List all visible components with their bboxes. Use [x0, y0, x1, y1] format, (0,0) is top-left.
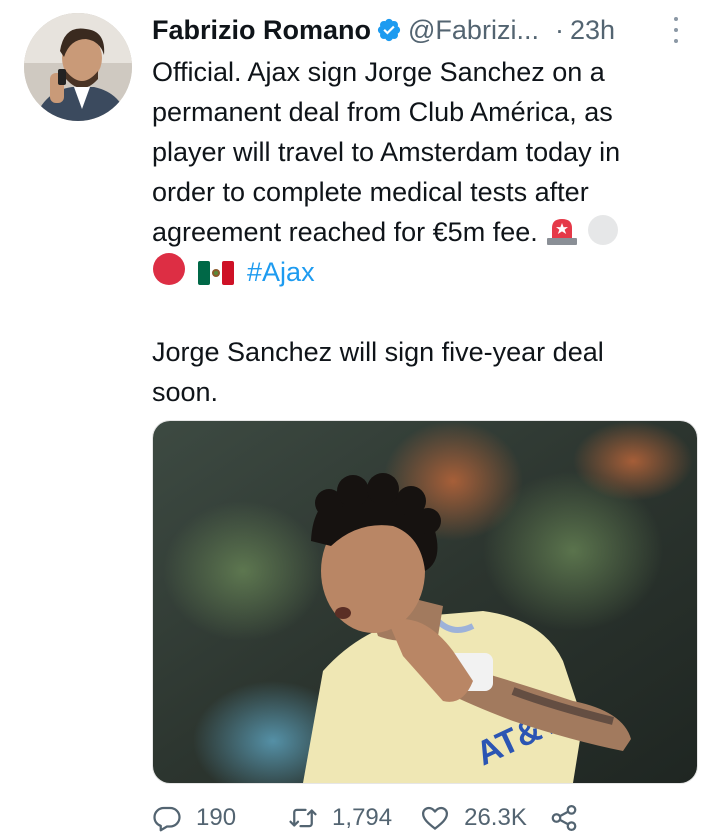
retweet-icon — [289, 808, 317, 828]
heart-icon — [422, 806, 449, 830]
football-player-photo: AT&T — [153, 421, 697, 783]
tweet-text-line: Official. Ajax sign Jorge Sanchez on a — [152, 57, 605, 87]
tweet-time[interactable]: 23h — [570, 15, 615, 46]
reply-icon — [153, 806, 181, 832]
tweet-text-line: permanent deal from Club América, as — [152, 97, 613, 127]
tweet-text: Official. Ajax sign Jorge Sanchez on a p… — [152, 52, 702, 412]
avatar-photo — [24, 13, 132, 121]
reply-button[interactable]: 190 — [152, 803, 236, 833]
red-circle-emoji-icon — [153, 253, 185, 285]
share-button[interactable] — [549, 803, 579, 833]
mexico-flag-emoji-icon — [197, 261, 234, 285]
author-name[interactable]: Fabrizio Romano — [152, 15, 371, 46]
tweet-text-segment: agreement reached for €5m fee. — [152, 217, 538, 247]
tweet-text-line: player will travel to Amsterdam today in — [152, 137, 621, 167]
more-options-icon[interactable] — [662, 17, 690, 43]
separator-dot: · — [554, 14, 564, 45]
avatar[interactable] — [24, 13, 132, 121]
tweet-text-line: Jorge Sanchez will sign five-year deal — [152, 337, 604, 367]
hashtag-link[interactable]: #Ajax — [247, 257, 315, 287]
retweet-button[interactable]: 1,794 — [288, 803, 392, 833]
author-handle[interactable]: @Fabrizi... — [408, 15, 539, 46]
share-icon — [551, 805, 577, 831]
siren-emoji-icon — [547, 219, 578, 245]
reply-count: 190 — [196, 804, 237, 831]
tweet-actions: 190 1,794 26.3K — [152, 800, 702, 836]
tweet-media-image[interactable]: AT&T — [152, 420, 698, 784]
like-button[interactable]: 26.3K — [420, 803, 527, 833]
tweet-text-line: soon. — [152, 377, 219, 407]
like-count: 26.3K — [464, 804, 527, 831]
white-circle-emoji-icon — [587, 215, 618, 245]
tweet-text-line: order to complete medical tests after — [152, 177, 589, 207]
retweet-count: 1,794 — [332, 804, 393, 831]
verified-badge-icon — [377, 18, 401, 42]
tweet-header: Fabrizio Romano @Fabrizi... · 23h — [152, 8, 690, 52]
tweet-text-line-with-emoji: agreement reached for €5m fee. — [152, 212, 702, 252]
tweet-text-line-emoji-hashtag: #Ajax — [152, 252, 702, 292]
